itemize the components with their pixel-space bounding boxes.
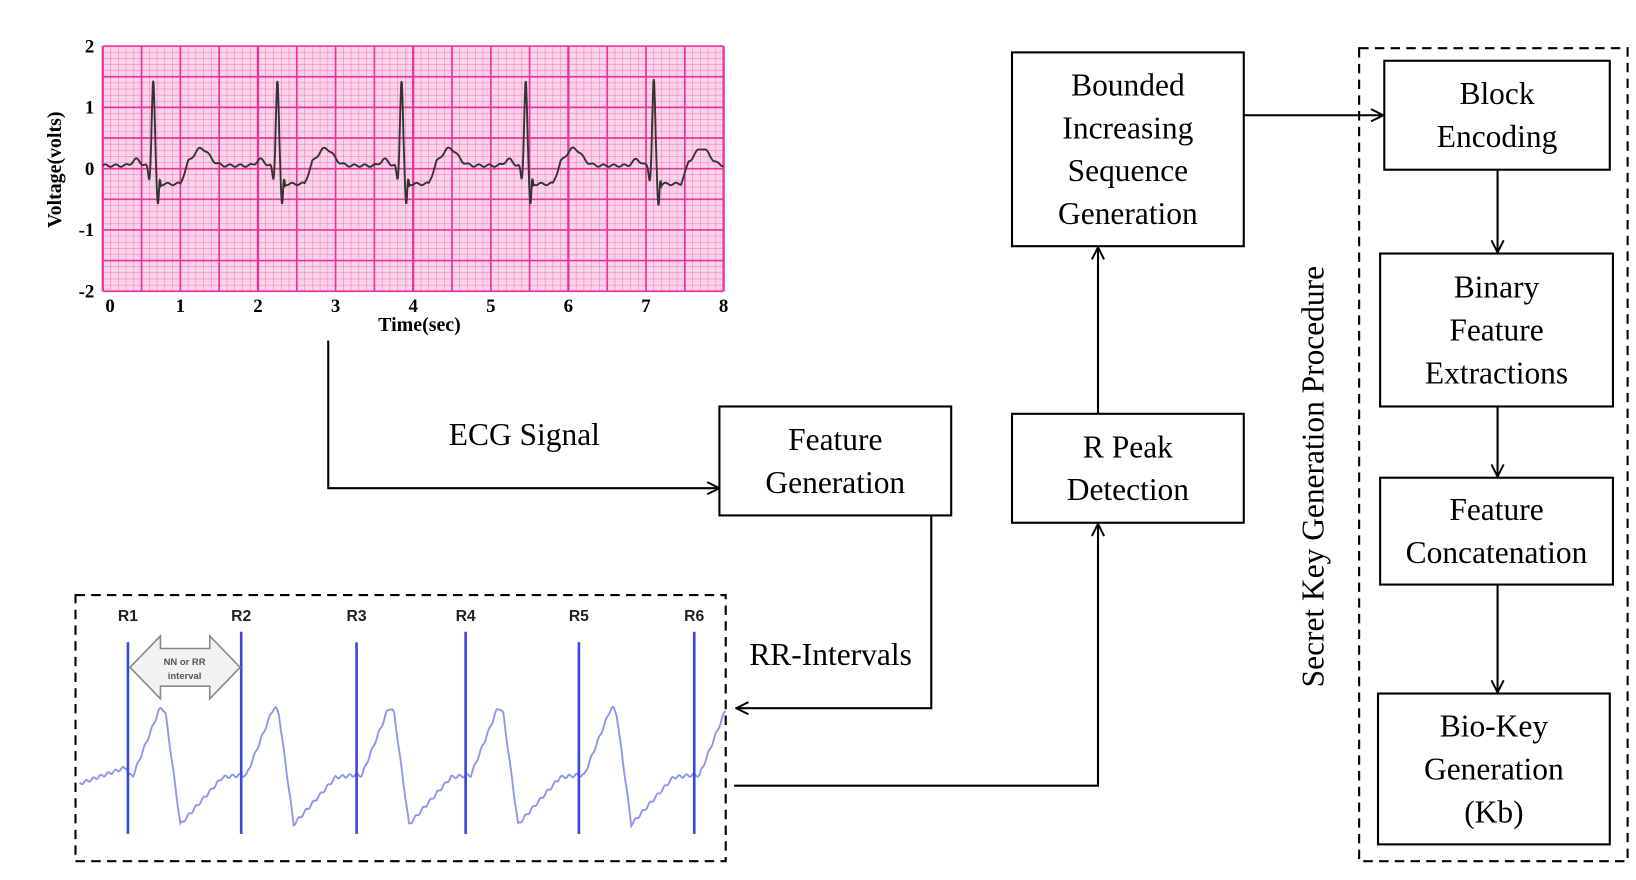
ecg-signal-label: ECG Signal: [449, 417, 600, 452]
ecg-chart: 012345678 210-1-2 Time(sec) Voltage(volt…: [44, 36, 729, 336]
r-peak-label: R2: [231, 608, 251, 625]
y-tick-label: 2: [85, 36, 94, 57]
rr-interval-double-arrow: NN or RR interval: [128, 633, 242, 701]
binary-feature-box: Binary Feature Extractions: [1379, 252, 1614, 408]
r-peak-label: R5: [569, 608, 589, 625]
x-tick-label: 7: [641, 296, 650, 317]
box-label-line: Generation: [765, 465, 905, 500]
box-label-line: R Peak: [1083, 429, 1173, 464]
ecg-key-generation-diagram: 012345678 210-1-2 Time(sec) Voltage(volt…: [44, 36, 1629, 863]
box-label-line: Binary: [1454, 270, 1540, 305]
box-label-line: Concatenation: [1406, 535, 1588, 570]
box-label-line: Block: [1459, 76, 1534, 111]
arrow-ecg-to-feature-generation: [327, 340, 719, 488]
bounded-sequence-box: Bounded Increasing Sequence Generation: [1010, 51, 1245, 248]
ecg-grid: [101, 45, 725, 293]
x-axis-label: Time(sec): [378, 314, 461, 336]
r-peak-label: R6: [684, 608, 704, 625]
interval-label-line1: NN or RR: [164, 656, 206, 667]
box-label-line: Feature: [1449, 492, 1543, 527]
r-peak-label: R4: [456, 608, 476, 625]
box-label-line: Encoding: [1437, 119, 1558, 154]
feature-generation-box: Feature Generation: [718, 405, 953, 517]
box-label-line: Generation: [1424, 751, 1564, 786]
y-tick-label: -2: [79, 282, 95, 303]
box-label-line: Feature: [1449, 312, 1543, 347]
r-peak-detection-box: R Peak Detection: [1010, 412, 1245, 524]
block-encoding-box: Block Encoding: [1383, 59, 1611, 171]
process-boxes: Feature Generation R Peak Detection Bounded I…: [718, 51, 1614, 846]
box-label-line: Bounded: [1071, 67, 1185, 102]
r-peak-label: R3: [347, 608, 367, 625]
arrow-feature-generation-to-rr: [736, 515, 933, 708]
rr-panel-border: [74, 594, 727, 863]
interval-label-line2: interval: [168, 670, 202, 681]
box-label-line: Feature: [788, 422, 882, 457]
feature-concatenation-box: Feature Concatenation: [1379, 476, 1614, 586]
box-label-line: Increasing: [1062, 110, 1193, 145]
x-tick-label: 0: [105, 296, 114, 317]
x-tick-label: 3: [331, 296, 340, 317]
rr-intervals-label: RR-Intervals: [749, 637, 911, 672]
x-tick-label: 5: [486, 296, 495, 317]
x-tick-label: 2: [253, 296, 262, 317]
y-axis-label: Voltage(volts): [44, 112, 66, 228]
y-tick-label: 1: [85, 98, 94, 119]
rr-ecg-trace: [79, 705, 727, 829]
box-label-line: Bio-Key: [1440, 708, 1549, 743]
r-peak-labels: R1 R2 R3 R4 R5 R6: [118, 608, 705, 625]
x-tick-label: 1: [176, 296, 185, 317]
procedure-label: Secret Key Generation Procedure: [1295, 266, 1330, 687]
box-label-line: Generation: [1058, 196, 1198, 231]
y-tick-label: -1: [79, 220, 95, 241]
y-tick-label: 0: [85, 159, 94, 180]
x-tick-label: 6: [564, 296, 573, 317]
r-peak-label: R1: [118, 608, 138, 625]
y-axis-ticks: 2 1 0 -1 -2: [79, 36, 95, 302]
box-label-line: Detection: [1067, 472, 1190, 507]
box-label-line: (Kb): [1464, 794, 1523, 829]
box-label-line: Extractions: [1425, 355, 1568, 390]
rr-interval-panel: R1 R2 R3 R4 R5 R6 NN or RR interval: [74, 594, 727, 863]
box-label-line: Sequence: [1068, 153, 1189, 188]
x-tick-label: 8: [719, 296, 728, 317]
bio-key-box: Bio-Key Generation (Kb): [1376, 692, 1611, 846]
